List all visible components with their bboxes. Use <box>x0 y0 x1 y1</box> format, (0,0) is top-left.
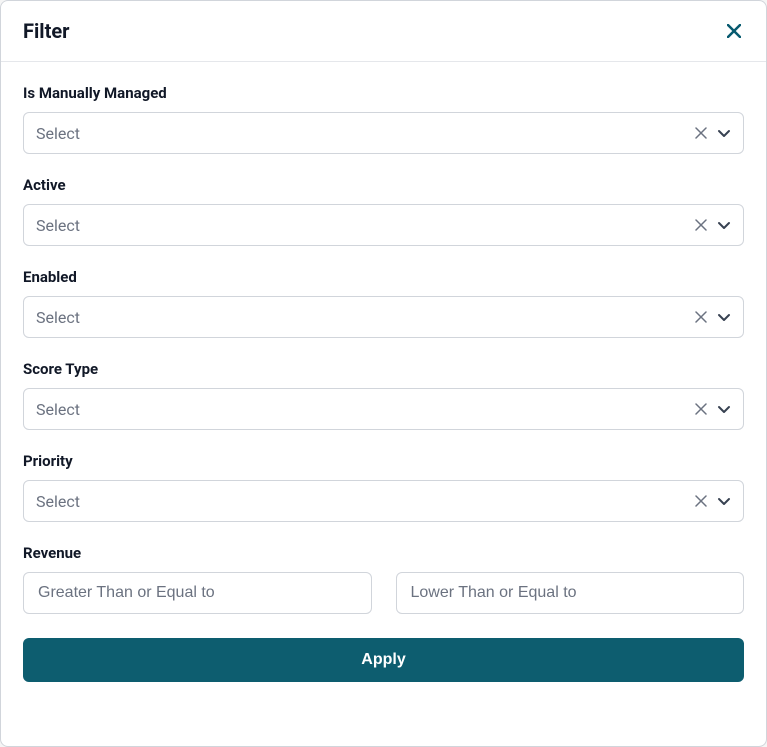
select-placeholder: Select <box>24 308 693 327</box>
field-priority: Priority Select <box>23 452 744 522</box>
chevron-down-icon <box>717 402 731 416</box>
dropdown-toggle[interactable] <box>715 400 733 418</box>
chevron-down-icon <box>717 218 731 232</box>
select-actions <box>693 216 743 234</box>
close-button[interactable] <box>724 21 744 41</box>
clear-icon <box>695 311 707 323</box>
field-label: Revenue <box>23 544 744 562</box>
field-label: Enabled <box>23 268 744 286</box>
clear-button[interactable] <box>693 401 709 417</box>
field-is-manually-managed: Is Manually Managed Select <box>23 84 744 154</box>
field-active: Active Select <box>23 176 744 246</box>
dropdown-toggle[interactable] <box>715 308 733 326</box>
select-placeholder: Select <box>24 492 693 511</box>
dropdown-toggle[interactable] <box>715 124 733 142</box>
select-actions <box>693 492 743 510</box>
clear-button[interactable] <box>693 309 709 325</box>
enabled-select[interactable]: Select <box>23 296 744 338</box>
field-label: Score Type <box>23 360 744 378</box>
field-label: Active <box>23 176 744 194</box>
dropdown-toggle[interactable] <box>715 216 733 234</box>
score-type-select[interactable]: Select <box>23 388 744 430</box>
filter-modal: Filter Is Manually Managed Select <box>0 0 767 747</box>
dropdown-toggle[interactable] <box>715 492 733 510</box>
select-actions <box>693 308 743 326</box>
revenue-min-input[interactable] <box>23 572 372 614</box>
chevron-down-icon <box>717 310 731 324</box>
clear-button[interactable] <box>693 217 709 233</box>
modal-body: Is Manually Managed Select <box>1 62 766 746</box>
field-score-type: Score Type Select <box>23 360 744 430</box>
select-placeholder: Select <box>24 124 693 143</box>
modal-title: Filter <box>23 19 69 43</box>
priority-select[interactable]: Select <box>23 480 744 522</box>
clear-button[interactable] <box>693 125 709 141</box>
revenue-max-input[interactable] <box>396 572 745 614</box>
chevron-down-icon <box>717 494 731 508</box>
select-placeholder: Select <box>24 216 693 235</box>
clear-icon <box>695 219 707 231</box>
is-manually-managed-select[interactable]: Select <box>23 112 744 154</box>
select-actions <box>693 124 743 142</box>
clear-button[interactable] <box>693 493 709 509</box>
apply-button[interactable]: Apply <box>23 638 744 682</box>
clear-icon <box>695 127 707 139</box>
revenue-range-row <box>23 572 744 614</box>
field-revenue: Revenue <box>23 544 744 614</box>
modal-header: Filter <box>1 1 766 62</box>
clear-icon <box>695 403 707 415</box>
close-icon <box>727 24 741 38</box>
field-enabled: Enabled Select <box>23 268 744 338</box>
active-select[interactable]: Select <box>23 204 744 246</box>
select-placeholder: Select <box>24 400 693 419</box>
select-actions <box>693 400 743 418</box>
chevron-down-icon <box>717 126 731 140</box>
field-label: Is Manually Managed <box>23 84 744 102</box>
clear-icon <box>695 495 707 507</box>
field-label: Priority <box>23 452 744 470</box>
